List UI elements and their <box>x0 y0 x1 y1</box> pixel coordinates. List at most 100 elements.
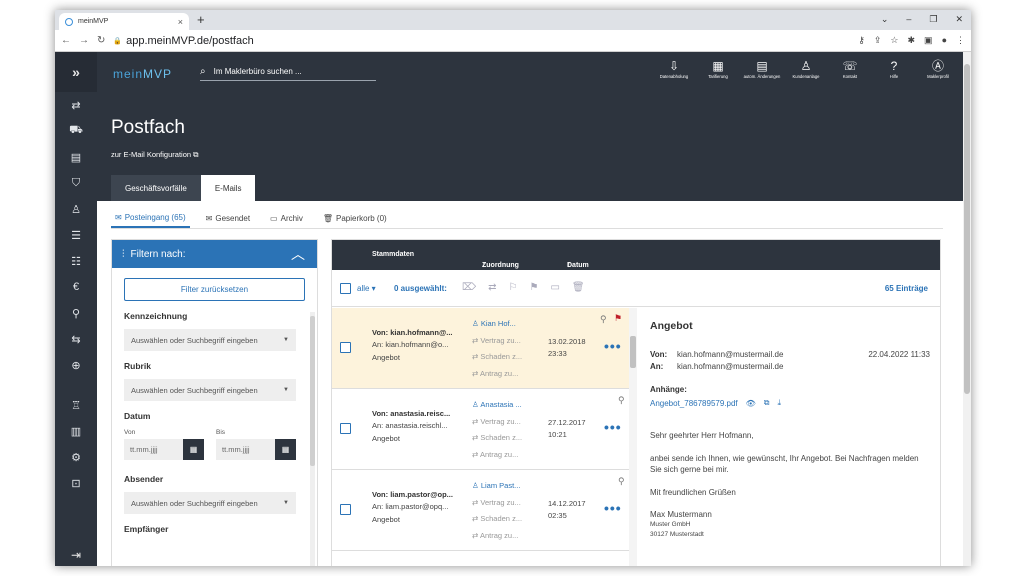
search-input[interactable]: ⌕ Im Maklerbüro suchen ... <box>200 66 377 81</box>
rubrik-select[interactable]: Auswählen oder Suchbegriff eingeben ▼ <box>124 379 296 401</box>
collapse-icon[interactable]: ︿ <box>291 244 305 264</box>
assign-contract[interactable]: ⇄ Vertrag zu... <box>472 495 532 512</box>
logout-icon[interactable]: ⇥ <box>55 548 97 562</box>
col-stammdaten[interactable]: Stammdaten <box>372 251 414 258</box>
assign-claim[interactable]: ⇄ Schaden z... <box>472 349 532 366</box>
flag-outline-icon[interactable]: ⚐ <box>509 282 518 293</box>
assign-claim[interactable]: ⇄ Schaden z... <box>472 511 532 528</box>
toolbar-datenabholung[interactable]: ⇩ Datenabholung <box>655 58 693 79</box>
mail-list-scrollbar[interactable] <box>629 308 637 566</box>
menu-icon[interactable]: ⋮ <box>956 35 965 46</box>
tab-geschaeftsvorfaelle[interactable]: Geschäftsvorfälle <box>111 175 201 201</box>
transfer-icon[interactable]: ⇆ <box>55 326 97 352</box>
document-icon[interactable]: ▤ <box>55 144 97 170</box>
kennzeichnung-select[interactable]: Auswählen oder Suchbegriff eingeben ▼ <box>124 329 296 351</box>
toolbar-kontakt[interactable]: ☏ Kontakt <box>831 58 869 79</box>
open-external-icon[interactable]: ⧉ <box>764 398 770 408</box>
mail-row[interactable]: Von: anastasia.reisc... An: anastasia.re… <box>332 389 629 470</box>
row-checkbox[interactable] <box>340 504 351 515</box>
toolbar-kundenanlage[interactable]: ♙ Kundenanlage <box>787 58 825 79</box>
url-field[interactable]: 🔒 app.meinMVP.de/postfach <box>113 35 253 47</box>
page-scrollbar[interactable] <box>963 52 971 566</box>
settings-icon[interactable]: ⚙ <box>55 444 97 470</box>
assign-contract[interactable]: ⇄ Vertrag zu... <box>472 333 532 350</box>
shield-icon[interactable]: ⛉ <box>55 170 97 196</box>
new-tab-icon[interactable]: + <box>197 12 205 27</box>
email-config-link[interactable]: zur E-Mail Konfiguration ⧉ <box>111 150 199 160</box>
group-icon[interactable]: ☷ <box>55 248 97 274</box>
more-options-icon[interactable]: ••• <box>604 500 622 516</box>
assigned-person-link[interactable]: ♙ Kian Hof... <box>472 316 532 333</box>
close-window-icon[interactable]: ✕ <box>955 14 963 25</box>
assign-application[interactable]: ⇄ Antrag zu... <box>472 447 532 464</box>
download-icon[interactable]: ⤓ <box>778 398 782 408</box>
attachment-link[interactable]: Angebot_786789579.pdf <box>650 399 738 408</box>
assigned-person-link[interactable]: ♙ Liam Past... <box>472 478 532 495</box>
reload-icon[interactable]: ↻ <box>97 35 105 46</box>
expand-sidebar-icon[interactable]: » <box>55 52 97 92</box>
row-checkbox[interactable] <box>340 342 351 353</box>
team-icon[interactable]: ♖ <box>55 392 97 418</box>
select-all-checkbox[interactable] <box>340 283 351 294</box>
attachment-icon[interactable]: ⚲ <box>55 300 97 326</box>
toolbar-maklerprofil[interactable]: Ⓐ Maklerprofil <box>919 58 957 79</box>
tab-archiv[interactable]: ▭ Archiv <box>266 209 307 228</box>
more-options-icon[interactable]: ••• <box>604 419 622 435</box>
red-flag-icon[interactable]: ⚑ <box>614 313 622 324</box>
date-from-input[interactable]: tt.mm.jjjj ▦ <box>124 439 204 460</box>
building-icon[interactable]: ▥ <box>55 418 97 444</box>
filter-scrollbar-thumb[interactable] <box>310 316 315 466</box>
calendar-icon[interactable]: ▦ <box>275 439 296 460</box>
lock-sidebar-icon[interactable]: ⊡ <box>55 470 97 496</box>
car-icon[interactable]: ⛟ <box>55 118 97 144</box>
mail-row[interactable]: Von: liam.pastor@op... An: liam.pastor@o… <box>332 470 629 551</box>
list-icon[interactable]: ☰ <box>55 222 97 248</box>
assign-claim[interactable]: ⇄ Schaden z... <box>472 430 532 447</box>
assign-application[interactable]: ⇄ Antrag zu... <box>472 366 532 383</box>
mail-row[interactable]: Von: kian.hofmann@... An: kian.hofmann@o… <box>332 308 629 389</box>
tab-posteingang[interactable]: ✉ Posteingang (65) <box>111 209 190 228</box>
assign-icon[interactable]: ⇄ <box>488 282 496 293</box>
share-icon[interactable]: ⇪ <box>874 35 882 46</box>
globe-icon[interactable]: ⊕ <box>55 352 97 378</box>
date-to-input[interactable]: tt.mm.jjjj ▦ <box>216 439 296 460</box>
euro-icon[interactable]: € <box>55 274 97 300</box>
maximize-icon[interactable]: ❐ <box>929 14 937 25</box>
tab-gesendet[interactable]: ✉ Gesendet <box>202 209 254 228</box>
filter-scrollbar[interactable] <box>310 312 315 566</box>
browser-tab[interactable]: meinMVP × <box>59 13 189 30</box>
assigned-person-link[interactable]: ♙ Anastasia ... <box>472 397 532 414</box>
more-options-icon[interactable]: ••• <box>604 338 622 354</box>
mail-list-scrollbar-thumb[interactable] <box>630 336 636 368</box>
filter-header[interactable]: ⫶ Filtern nach: ︿ <box>112 240 317 268</box>
key-icon[interactable]: ⚷ <box>858 35 865 46</box>
assign-contract[interactable]: ⇄ Vertrag zu... <box>472 414 532 431</box>
extensions-icon[interactable]: ✱ <box>908 35 916 46</box>
sidepanel-icon[interactable]: ▣ <box>924 35 933 46</box>
select-dropdown[interactable]: alle ▾ <box>357 284 376 293</box>
tag-icon[interactable]: ⌦ <box>462 282 476 293</box>
toolbar-tarifierung[interactable]: ▦ Tarifierung <box>699 58 737 79</box>
page-scrollbar-thumb[interactable] <box>964 64 970 394</box>
absender-select[interactable]: Auswählen oder Suchbegriff eingeben ▼ <box>124 492 296 514</box>
logo[interactable]: meinMVP <box>113 67 172 81</box>
delete-icon[interactable]: 🗑 <box>572 282 585 293</box>
row-checkbox[interactable] <box>340 423 351 434</box>
chevron-down-icon[interactable]: ⌄ <box>881 14 889 25</box>
assign-application[interactable]: ⇄ Antrag zu... <box>472 528 532 545</box>
tab-emails[interactable]: E-Mails <box>200 175 256 201</box>
star-icon[interactable]: ☆ <box>890 35 898 46</box>
person-icon[interactable]: ♙ <box>55 196 97 222</box>
view-icon[interactable]: 👁 <box>746 399 756 408</box>
toolbar-hilfe[interactable]: ? Hilfe <box>875 58 913 79</box>
close-tab-icon[interactable]: × <box>178 17 183 27</box>
account-icon[interactable]: ● <box>942 35 947 46</box>
back-icon[interactable]: ← <box>61 35 71 46</box>
tab-papierkorb[interactable]: 🗑 Papierkorb (0) <box>319 209 391 228</box>
forward-icon[interactable]: → <box>79 35 89 46</box>
calendar-icon[interactable]: ▦ <box>183 439 204 460</box>
dashboard-icon[interactable]: ⇄ <box>55 92 97 118</box>
flag-icon[interactable]: ⚑ <box>530 282 539 293</box>
archive-action-icon[interactable]: ▭ <box>550 282 559 293</box>
reset-filter-button[interactable]: Filter zurücksetzen <box>124 278 305 301</box>
